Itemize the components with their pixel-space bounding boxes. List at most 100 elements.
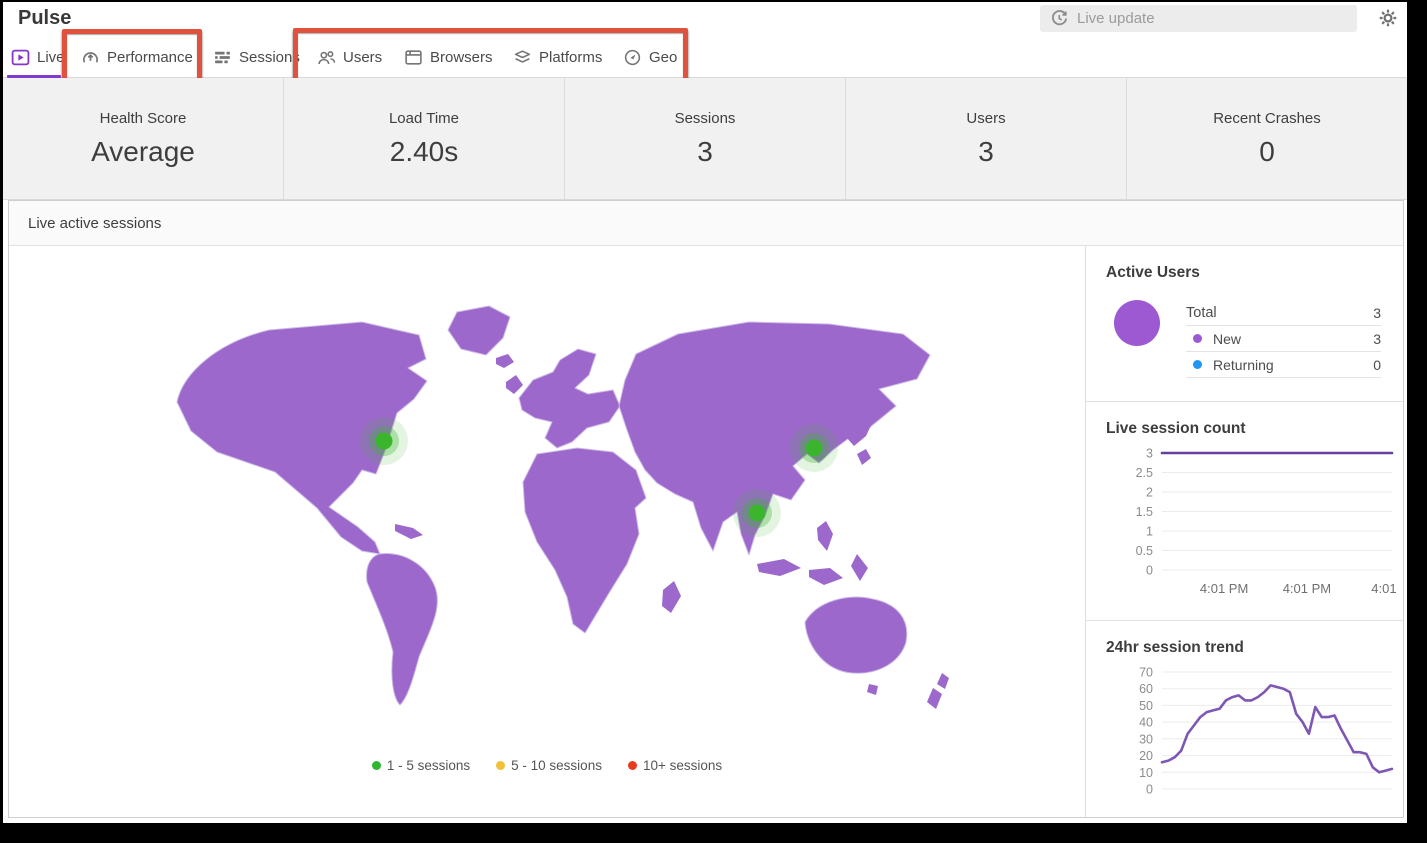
svg-text:4:01: 4:01 [1371, 581, 1396, 596]
legend-item-green: 1 - 5 sessions [372, 758, 470, 773]
stat-label: Sessions [565, 110, 845, 127]
row-value: 3 [1373, 305, 1381, 321]
svg-text:40: 40 [1139, 716, 1153, 730]
red-dot-icon [628, 761, 637, 770]
table-row: New 3 [1186, 326, 1381, 352]
panel-header: Live active sessions [9, 201, 1403, 246]
active-users-section: Active Users Total 3 New 3 [1086, 246, 1403, 401]
geo-globe-icon [623, 48, 642, 67]
stat-label: Recent Crashes [1127, 110, 1407, 127]
stat-sessions: Sessions 3 [564, 78, 845, 199]
sessions-bars-icon [213, 48, 232, 67]
legend-label: 1 - 5 sessions [387, 758, 470, 773]
live-session-count-section: Live session count 3 2.5 2 1.5 1 0.5 0 4:01 PM 4… [1086, 401, 1403, 620]
platforms-layers-icon [513, 48, 532, 67]
live-update-control[interactable]: Live update [1040, 5, 1357, 32]
stat-load-time: Load Time 2.40s [283, 78, 564, 199]
tab-live-label: Live [37, 49, 65, 66]
stat-value: 3 [846, 136, 1126, 168]
svg-text:70: 70 [1139, 666, 1153, 680]
svg-text:1: 1 [1146, 525, 1153, 539]
browsers-window-icon [404, 48, 423, 67]
active-users-title: Active Users [1106, 264, 1381, 282]
svg-text:0.5: 0.5 [1136, 544, 1153, 558]
tab-browsers[interactable]: Browsers [404, 36, 493, 78]
svg-text:4:01 PM: 4:01 PM [1200, 581, 1248, 596]
world-map [157, 302, 969, 734]
row-value: 0 [1373, 357, 1381, 373]
stat-value: 2.40s [284, 136, 564, 168]
legend-item-yellow: 5 - 10 sessions [496, 758, 602, 773]
tab-sessions-label: Sessions [239, 49, 300, 66]
row-label: New [1213, 331, 1241, 347]
returning-users-dot-icon [1193, 360, 1202, 369]
stat-value: 0 [1127, 136, 1407, 168]
session-trend-section: 24hr session trend 706050403020100 [1086, 620, 1403, 817]
table-row: Total 3 [1186, 300, 1381, 326]
sidebar: Active Users Total 3 New 3 [1085, 246, 1403, 817]
stat-recent-crashes: Recent Crashes 0 [1126, 78, 1407, 199]
app-window: Pulse Live update Live [3, 2, 1407, 823]
legend-item-red: 10+ sessions [628, 758, 722, 773]
active-users-donut [1114, 300, 1160, 346]
live-sessions-panel: Live active sessions [8, 200, 1404, 818]
tab-sessions[interactable]: Sessions [213, 36, 300, 78]
row-value: 3 [1373, 331, 1381, 347]
live-play-icon [11, 48, 30, 67]
performance-gauge-icon [81, 48, 100, 67]
yellow-dot-icon [496, 761, 505, 770]
map-legend: 1 - 5 sessions 5 - 10 sessions 10+ sessi… [9, 758, 1085, 773]
legend-label: 10+ sessions [643, 758, 722, 773]
gear-icon [1377, 7, 1399, 29]
stats-band: Health Score Average Load Time 2.40s Ses… [3, 78, 1407, 200]
session-trend-chart: 706050403020100 [1106, 665, 1402, 795]
svg-text:3: 3 [1146, 447, 1153, 461]
stat-label: Health Score [3, 110, 283, 127]
tab-performance-label: Performance [107, 49, 193, 66]
stat-value: Average [3, 136, 283, 168]
tab-performance[interactable]: Performance [81, 36, 193, 78]
tab-platforms[interactable]: Platforms [513, 36, 602, 78]
green-dot-icon [372, 761, 381, 770]
svg-text:60: 60 [1139, 682, 1153, 696]
app-header: Pulse Live update [3, 2, 1407, 36]
row-label: Returning [1213, 357, 1274, 373]
active-users-table: Total 3 New 3 Returning 0 [1186, 300, 1381, 378]
tab-live[interactable]: Live [11, 36, 65, 78]
tab-browsers-label: Browsers [430, 49, 493, 66]
tab-platforms-label: Platforms [539, 49, 602, 66]
stat-users: Users 3 [845, 78, 1126, 199]
svg-text:2.5: 2.5 [1136, 466, 1153, 480]
refresh-clock-icon [1050, 9, 1069, 28]
svg-text:50: 50 [1139, 699, 1153, 713]
stat-health-score: Health Score Average [3, 78, 283, 199]
svg-text:4:01 PM: 4:01 PM [1283, 581, 1331, 596]
tab-users[interactable]: Users [317, 36, 382, 78]
live-session-count-chart: 3 2.5 2 1.5 1 0.5 0 4:01 PM 4:01 PM 4:01 [1106, 446, 1402, 596]
stat-label: Load Time [284, 110, 564, 127]
tab-geo[interactable]: Geo [623, 36, 677, 78]
legend-label: 5 - 10 sessions [511, 758, 602, 773]
svg-text:10: 10 [1139, 766, 1153, 780]
world-map-area: 1 - 5 sessions 5 - 10 sessions 10+ sessi… [9, 246, 1085, 817]
svg-text:20: 20 [1139, 749, 1153, 763]
page-title: Pulse [18, 7, 71, 30]
tab-bar: Live Performance Sessions [3, 36, 1407, 78]
live-session-count-title: Live session count [1106, 420, 1381, 438]
users-people-icon [317, 48, 336, 67]
svg-text:1.5: 1.5 [1136, 505, 1153, 519]
table-row: Returning 0 [1186, 352, 1381, 378]
new-users-dot-icon [1193, 334, 1202, 343]
row-label: Total [1186, 305, 1217, 321]
tab-users-label: Users [343, 49, 382, 66]
svg-text:2: 2 [1146, 486, 1153, 500]
stat-value: 3 [565, 136, 845, 168]
stat-label: Users [846, 110, 1126, 127]
live-update-label: Live update [1077, 10, 1155, 27]
tab-geo-label: Geo [649, 49, 677, 66]
settings-button[interactable] [1377, 7, 1401, 31]
panel-title: Live active sessions [28, 215, 161, 232]
svg-text:0: 0 [1146, 783, 1153, 796]
session-trend-title: 24hr session trend [1106, 639, 1381, 657]
svg-text:0: 0 [1146, 564, 1153, 578]
